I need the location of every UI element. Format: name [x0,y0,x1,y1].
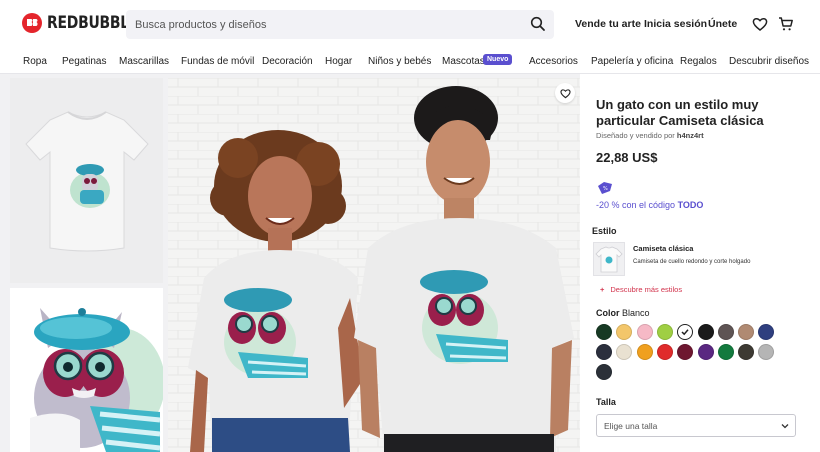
plus-icon: + [600,285,605,294]
tag-icon: % [598,182,612,194]
cart-icon[interactable] [778,16,794,32]
style-description: Camiseta de cuello redondo y corte holga… [633,259,751,265]
color-swatch[interactable] [697,324,714,340]
color-swatch[interactable] [636,344,653,360]
nav-item-mascarillas[interactable]: Mascarillas [119,56,169,67]
tshirt-icon [595,246,623,273]
nav-item-hogar[interactable]: Hogar [325,56,352,67]
header: REDBUBBLE Vende tu arte Inicia sesión Ún… [0,0,820,48]
color-swatch[interactable] [596,344,612,360]
seller-line: Diseñado y vendido por h4nz4rt [596,131,704,140]
color-swatch[interactable] [596,324,612,340]
thumbnail-tshirt[interactable] [10,78,163,283]
promo-code: TODO [677,200,704,210]
main-product-image[interactable] [168,78,580,452]
login-link[interactable]: Inicia sesión [644,18,707,30]
color-label: Color Blanco [596,308,650,318]
models-photo [168,78,580,452]
search-icon[interactable] [530,16,546,32]
color-swatch[interactable] [677,324,694,340]
new-badge: Nuevo [483,54,513,65]
size-placeholder: Elige una talla [604,420,658,431]
nav-item-accesorios[interactable]: Accesorios [529,56,578,67]
product-title: Un gato con un estilo muy particular Cam… [596,97,764,128]
product-price: 22,88 US$ [596,150,658,165]
color-swatch[interactable] [636,324,653,340]
color-swatch[interactable] [717,344,734,360]
size-label: Talla [596,397,616,407]
logo-mark-icon [22,13,42,33]
nav-item-ninos[interactable]: Niños y bebés [368,56,431,67]
promo-text: -20 % con el código TODO [596,200,703,210]
nav-item-descubrir[interactable]: Descubrir diseños [729,56,809,67]
nav-item-fundas[interactable]: Fundas de móvil [181,56,254,67]
search-input[interactable] [126,10,516,39]
color-swatch[interactable] [738,324,755,340]
color-swatch[interactable] [717,324,734,340]
search-bar [126,10,554,39]
nav-item-ropa[interactable]: Ropa [23,56,47,67]
tshirt-image [10,78,163,283]
thumbnail-closeup[interactable] [10,288,163,452]
favorite-button[interactable] [555,83,575,103]
style-thumbnail[interactable] [593,242,625,276]
nav-item-pegatinas[interactable]: Pegatinas [62,56,106,67]
nav-item-decoracion[interactable]: Decoración [262,56,313,67]
check-icon [681,329,689,336]
sell-your-art-link[interactable]: Vende tu arte [575,18,641,30]
color-label-title: Color [596,308,620,318]
seller-name-link[interactable]: h4nz4rt [677,131,704,140]
seller-prefix: Diseñado y vendido por [596,131,675,140]
color-value: Blanco [622,308,650,318]
heart-icon[interactable] [752,16,768,32]
size-guide-link-partial[interactable] [600,445,680,452]
svg-text:%: % [603,186,608,192]
nav-item-papeleria[interactable]: Papelería y oficina [591,56,673,67]
size-select[interactable]: Elige una talla [596,414,796,437]
nav-item-regalos[interactable]: Regalos [680,56,717,67]
promo-prefix: -20 % con el código [596,200,676,210]
color-swatch[interactable] [656,344,673,360]
signup-link[interactable]: Únete [708,18,737,30]
nav-item-mascotas[interactable]: Mascotas [442,56,485,67]
more-styles-label: Descubre más estilos [610,285,683,294]
closeup-image [10,288,163,452]
color-swatch[interactable] [738,344,755,360]
color-swatch[interactable] [697,344,714,360]
heart-icon [559,88,571,98]
color-swatch[interactable] [656,324,673,340]
logo-text: REDBUBBLE [47,13,139,33]
more-styles-link[interactable]: + Descubre más estilos [600,285,682,294]
chevron-down-icon [781,424,789,429]
style-name: Camiseta clásica [633,244,694,253]
style-label: Estilo [592,226,617,236]
color-swatch[interactable] [596,364,612,380]
